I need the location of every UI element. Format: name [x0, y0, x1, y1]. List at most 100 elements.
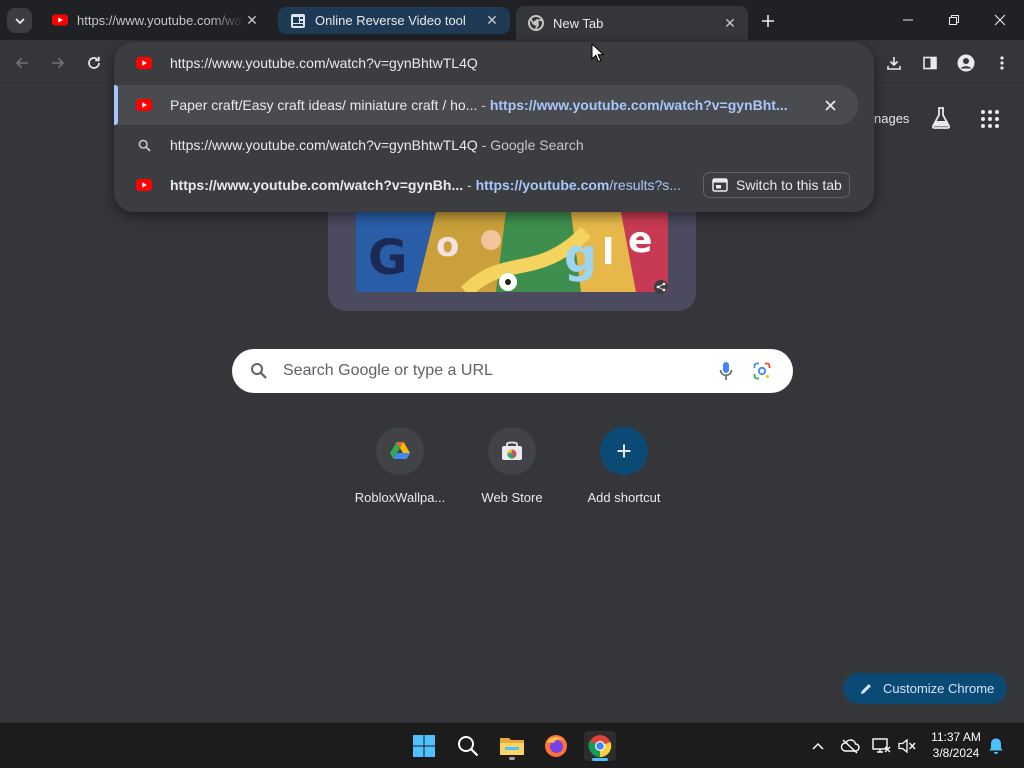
voice-search-icon[interactable]: [719, 361, 733, 381]
google-doodle[interactable]: G o g l e: [328, 200, 696, 311]
suggestion-url: https://www.youtube.com/watch?v=gynBht..…: [489, 97, 788, 113]
profile-button[interactable]: [953, 50, 979, 76]
chrome-menu-button[interactable]: [989, 50, 1015, 76]
ntp-search-input[interactable]: [283, 360, 703, 382]
side-panel-icon: [923, 56, 937, 70]
taskbar-chrome[interactable]: [584, 731, 616, 761]
google-lens-icon[interactable]: [753, 362, 771, 380]
restore-button[interactable]: [932, 7, 976, 33]
shortcut-icon-container: [600, 427, 648, 475]
switch-to-tab-button[interactable]: Switch to this tab: [703, 172, 850, 198]
suggestion-url-path: /results?s...: [609, 177, 681, 193]
restore-icon: [949, 15, 959, 25]
taskbar-clock[interactable]: 11:37 AM 3/8/2024: [920, 729, 992, 761]
flask-icon: [931, 107, 951, 129]
suggestion-separator: -: [463, 177, 476, 193]
shortcut-robloxwallpa[interactable]: RobloxWallpa...: [344, 427, 456, 517]
switch-tab-icon: [712, 178, 728, 192]
file-explorer-icon: [500, 738, 524, 755]
shortcut-icon-container: [376, 427, 424, 475]
chrome-icon: [588, 735, 612, 758]
minimize-icon: [903, 19, 913, 21]
youtube-icon: [136, 55, 152, 71]
search-labs-button[interactable]: [928, 105, 954, 131]
tab-close-button[interactable]: ✕: [484, 12, 500, 29]
download-icon: [887, 57, 901, 70]
reload-icon: [88, 56, 100, 69]
suggestion-query: https://www.youtube.com/watch?v=gynBhtwT…: [170, 137, 478, 153]
suggestion-separator: -: [477, 97, 490, 113]
selection-indicator: [114, 85, 118, 125]
notifications-button[interactable]: [986, 736, 1006, 756]
firefox-icon: [545, 735, 567, 757]
back-button[interactable]: [9, 50, 35, 76]
onedrive-tray-icon[interactable]: [840, 736, 860, 756]
share-icon[interactable]: [654, 280, 668, 294]
svg-text:o: o: [436, 225, 459, 265]
suggestion-text: https://www.youtube.com/watch?v=gynBh...…: [170, 177, 681, 193]
chevron-up-icon: [812, 742, 824, 750]
youtube-icon: [136, 177, 152, 193]
pencil-icon: [861, 683, 871, 694]
suggestion-row-search[interactable]: https://www.youtube.com/watch?v=gynBhtwT…: [114, 125, 874, 165]
doodle-image: G o g l e: [356, 212, 668, 292]
taskbar-firefox[interactable]: [540, 731, 572, 761]
network-tray-icon[interactable]: [871, 736, 891, 756]
customize-chrome-label: Customize Chrome: [883, 681, 995, 696]
tab-close-button[interactable]: ✕: [244, 12, 260, 28]
tab-reverse-video-tool[interactable]: Online Reverse Video tool ✕: [278, 7, 510, 34]
shortcut-label: Web Store: [481, 490, 543, 505]
start-button[interactable]: [408, 731, 440, 761]
ntp-search-box[interactable]: [232, 349, 793, 393]
running-indicator: [509, 757, 515, 760]
google-images-link[interactable]: nages: [874, 111, 909, 126]
tab-close-button[interactable]: ✕: [722, 15, 738, 31]
clock-date: 3/8/2024: [932, 746, 980, 760]
tab-search-button[interactable]: [7, 8, 32, 33]
tab-title: https://www.youtube.com/watch?v=gynBhtwT…: [77, 12, 244, 28]
close-window-button[interactable]: [978, 7, 1022, 33]
switch-to-tab-label: Switch to this tab: [736, 177, 842, 193]
taskbar-search-button[interactable]: [452, 731, 484, 761]
clock-time: 11:37 AM: [931, 730, 981, 744]
show-hidden-icons-button[interactable]: [808, 736, 828, 756]
bell-icon: [989, 738, 1003, 754]
back-arrow-icon: [15, 57, 28, 69]
youtube-icon: [136, 97, 152, 113]
shortcut-add[interactable]: Add shortcut: [568, 427, 680, 517]
search-icon: [458, 736, 479, 757]
omnibox-input-row[interactable]: https://www.youtube.com/watch?v=gynBhtwT…: [114, 43, 874, 83]
tab-title: New Tab: [553, 15, 604, 31]
tab-strip: https://www.youtube.com/watch?v=gynBhtwT…: [0, 0, 1024, 40]
reload-button[interactable]: [81, 50, 107, 76]
suggestion-row-selected[interactable]: Paper craft/Easy craft ideas/ miniature …: [114, 85, 858, 125]
volume-tray-icon[interactable]: [897, 736, 917, 756]
plus-icon: [617, 444, 631, 458]
downloads-button[interactable]: [881, 50, 907, 76]
suggestion-suffix: - Google Search: [477, 137, 584, 153]
search-icon: [136, 137, 152, 153]
close-icon: [824, 99, 836, 111]
forward-arrow-icon: [52, 57, 65, 69]
forward-button[interactable]: [45, 50, 71, 76]
video-tool-icon: [291, 13, 305, 28]
customize-chrome-button[interactable]: Customize Chrome: [843, 673, 1007, 704]
minimize-button[interactable]: [886, 7, 930, 33]
volume-muted-icon: [898, 738, 916, 754]
shortcut-web-store[interactable]: Web Store: [456, 427, 568, 517]
side-panel-button[interactable]: [917, 50, 943, 76]
remove-suggestion-button[interactable]: [818, 93, 842, 117]
cloud-off-icon: [840, 739, 860, 754]
suggestion-title: Paper craft/Easy craft ideas/ miniature …: [170, 97, 478, 113]
omnibox-dropdown: https://www.youtube.com/watch?v=gynBhtwT…: [114, 42, 874, 212]
omnibox-input-text[interactable]: https://www.youtube.com/watch?v=gynBhtwT…: [170, 55, 478, 71]
taskbar-file-explorer[interactable]: [496, 731, 528, 761]
tab-new-tab[interactable]: New Tab ✕: [516, 6, 748, 40]
google-apps-button[interactable]: [977, 106, 1003, 132]
new-tab-button[interactable]: [756, 10, 780, 32]
more-vert-icon: [1000, 56, 1004, 70]
tab-title: Online Reverse Video tool: [315, 13, 466, 28]
tab-youtube[interactable]: https://www.youtube.com/watch?v=gynBhtwT…: [40, 6, 270, 34]
network-icon: [872, 738, 891, 753]
shortcut-icon-container: [488, 427, 536, 475]
